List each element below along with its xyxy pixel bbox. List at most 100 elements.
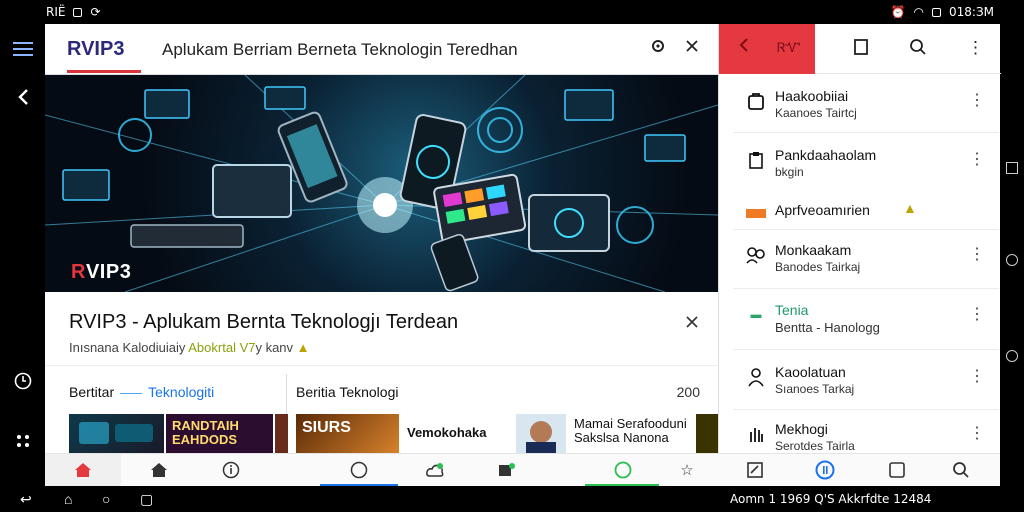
clock-text: 018:ЗМ xyxy=(949,5,994,19)
bottom-nav: ☆ xyxy=(45,453,1000,487)
location-icon[interactable] xyxy=(651,39,665,60)
panel-back-button[interactable]: ᏒᏉ xyxy=(719,24,815,74)
more-vert-icon[interactable]: ⋮ xyxy=(969,90,985,110)
cloud-icon[interactable] xyxy=(425,460,445,480)
chat-icon[interactable] xyxy=(349,460,369,480)
section-left[interactable]: Bertitar Teknologiti xyxy=(69,384,214,400)
star-icon[interactable]: ☆ xyxy=(677,460,697,480)
list-item-subtitle: Serotdes Tairla xyxy=(775,439,855,453)
close-icon[interactable] xyxy=(685,39,699,58)
section-count: 200 xyxy=(676,384,700,400)
thumbnail-card[interactable] xyxy=(275,414,288,453)
square-icon[interactable] xyxy=(1006,162,1018,174)
tag-icon xyxy=(745,202,767,224)
more-vert-icon[interactable]: ⋮ xyxy=(969,244,985,264)
more-vert-icon[interactable]: ⋮ xyxy=(967,38,984,58)
thumb-icon: ▲ xyxy=(903,200,917,216)
logo-underline xyxy=(67,70,141,73)
hero-watermark: RVIP3 xyxy=(71,261,131,284)
app-logo[interactable]: RVIP3 xyxy=(67,38,124,61)
app-bar: RVIP3 Aplukam Berriam Berneta Teknologin… xyxy=(45,24,718,75)
thumbnail-card[interactable] xyxy=(516,414,566,453)
article-card: RVIP3 - Aplukam Bernta Teknologjı Terdea… xyxy=(45,292,718,453)
history-icon[interactable] xyxy=(12,370,34,392)
search-icon[interactable] xyxy=(909,38,927,61)
close-icon[interactable] xyxy=(686,312,698,333)
notification-icon xyxy=(73,7,83,17)
status-right: ⏰ ◠ 018:ЗМ xyxy=(891,5,994,19)
divider xyxy=(733,349,999,350)
panel-header-label: ᏒᏉ xyxy=(777,40,801,55)
section-rule xyxy=(120,392,143,394)
hero-illustration xyxy=(45,75,718,292)
right-panel: ᏒᏉ ⋮ Haakoobiiai Kaanoes Tairtcj ⋮ Pankd… xyxy=(718,24,1001,453)
divider xyxy=(733,409,999,410)
menu-icon[interactable] xyxy=(12,38,34,60)
info-icon[interactable] xyxy=(221,460,241,480)
thumbnail-card[interactable]: RANDTAIH EAHDODS xyxy=(166,414,273,453)
thumbnail-image xyxy=(79,422,153,444)
circle-icon[interactable] xyxy=(1006,350,1018,362)
group-icon xyxy=(745,244,767,266)
article-headline[interactable]: RVIP3 - Aplukam Bernta Teknologjı Terdea… xyxy=(69,311,458,334)
left-rail xyxy=(0,24,45,486)
search-icon[interactable] xyxy=(951,460,971,480)
hero-image[interactable]: RVIP3 xyxy=(45,75,718,292)
list-item-title: Pankdaahaolam xyxy=(775,147,877,163)
thumbnail-card[interactable]: Mamai Serafooduni Sakslsa Nanona xyxy=(568,414,693,453)
recents-icon[interactable]: ▢ xyxy=(140,491,153,508)
list-item-title: Kaoolatuan xyxy=(775,364,846,380)
section-left-link[interactable]: Teknologiti xyxy=(148,384,214,400)
list-item-title: Tenia xyxy=(775,302,809,318)
apps-icon[interactable] xyxy=(12,430,34,452)
home-system-icon[interactable]: ⌂ xyxy=(64,491,72,507)
list-item-subtitle: Bentta - Hanologg xyxy=(775,320,880,335)
hand-icon xyxy=(745,423,767,445)
thumb-icon: ▲ xyxy=(296,340,310,355)
wifi-icon: ◠ xyxy=(913,5,924,19)
thumbnail-card[interactable] xyxy=(696,414,718,453)
back-system-icon[interactable]: ↩ xyxy=(20,491,32,508)
section-left-label: Bertitar xyxy=(69,384,115,400)
hero-watermark-prefix: R xyxy=(71,261,86,283)
list-item-title: Mekhogi xyxy=(775,421,828,437)
system-nav-right-text: Aomn 1 1969 Q'S Akkrfdte 12484 xyxy=(730,492,932,506)
more-vert-icon[interactable]: ⋮ xyxy=(969,366,985,386)
video-icon[interactable] xyxy=(497,460,517,480)
square-icon[interactable] xyxy=(887,460,907,480)
alarm-icon: ⏰ xyxy=(890,5,906,19)
more-vert-icon[interactable]: ⋮ xyxy=(969,423,985,443)
status-left-text: RІЁ xyxy=(46,5,66,19)
more-vert-icon[interactable]: ⋮ xyxy=(969,304,985,324)
list-item-subtitle: Banodes Tairkaj xyxy=(775,260,861,274)
list-item-title: Aprfveoamırien xyxy=(775,202,870,218)
list-item-subtitle: Kaanoes Tairtcj xyxy=(775,106,857,120)
share-icon[interactable] xyxy=(613,460,633,480)
list-item-subtitle: Sıanoes Tarkaj xyxy=(775,382,855,396)
circle-icon[interactable] xyxy=(1006,254,1018,266)
thumbnail-card[interactable]: Vemokohaka xyxy=(401,414,514,453)
divider xyxy=(733,132,999,133)
bookmark-icon[interactable] xyxy=(853,38,869,61)
divider xyxy=(733,229,999,230)
system-nav-bar: ↩ ⌂ ○ ▢ Aomn 1 1969 Q'S Akkrfdte 12484 xyxy=(0,486,1024,512)
thumbnail-card[interactable] xyxy=(69,414,164,453)
divider xyxy=(733,288,999,289)
home-circle-icon[interactable]: ○ xyxy=(102,491,110,507)
back-arrow-icon[interactable] xyxy=(12,86,34,108)
home-icon[interactable] xyxy=(73,460,93,480)
more-vert-icon[interactable]: ⋮ xyxy=(969,149,985,169)
list-item-subtitle: bkgin xyxy=(775,165,804,179)
thumbnail-title: Mamai Serafooduni Sakslsa Nanona xyxy=(574,416,687,446)
thumbnail-title: Vemokohaka xyxy=(407,425,487,440)
status-left: RІЁ ⟳ xyxy=(46,5,101,19)
edit-icon[interactable] xyxy=(745,460,765,480)
pause-icon[interactable] xyxy=(815,460,835,480)
back-arrow-icon xyxy=(739,36,749,59)
home-outline-icon[interactable] xyxy=(149,460,169,480)
section-middle[interactable]: Beritia Teknologi xyxy=(296,384,398,400)
thumbnail-card[interactable]: SIURS xyxy=(296,414,399,453)
battery-icon xyxy=(932,7,941,17)
chart-icon: ▬ xyxy=(750,309,762,321)
hero-watermark-rest: VIP3 xyxy=(85,261,132,283)
